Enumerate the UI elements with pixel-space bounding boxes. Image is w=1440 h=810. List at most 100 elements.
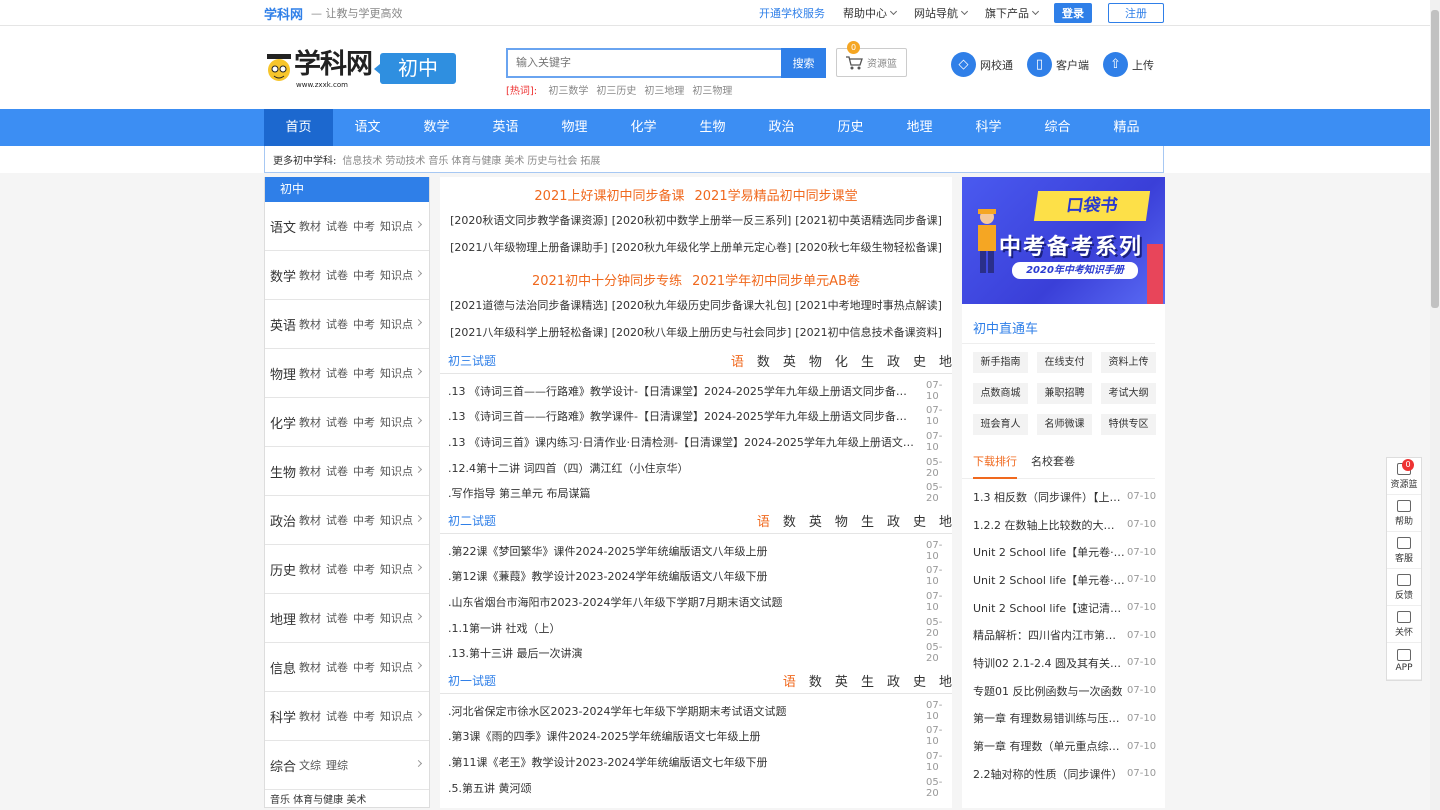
subject-name[interactable]: 语文 (270, 217, 296, 236)
more-subject-link[interactable]: 信息技术 (342, 152, 382, 167)
subject-link[interactable]: 教材 (299, 365, 321, 381)
nav-item-10[interactable]: 科学 (954, 109, 1023, 146)
subject-tab[interactable]: 地 (939, 671, 952, 690)
subject-link[interactable]: 知识点 (380, 218, 413, 234)
rank-item-title[interactable]: 第一章 有理数（单元重点综合测试） (973, 738, 1125, 754)
nav-item-3[interactable]: 英语 (471, 109, 540, 146)
direct-tag[interactable]: 兼职招聘 (1037, 383, 1092, 404)
subject-link[interactable]: 教材 (299, 218, 321, 234)
subject-link[interactable]: 试卷 (326, 218, 348, 234)
subject-tab[interactable]: 物 (809, 351, 822, 370)
sidebar-item-1[interactable]: 帮助 (1387, 495, 1421, 532)
rank-item[interactable]: Unit 2 School life【单元卷·测试卷】07-10 (973, 538, 1165, 566)
rank-item-title[interactable]: 精品解析：四川省内江市第一中学 (973, 627, 1125, 643)
subject-tab[interactable]: 史 (913, 671, 926, 690)
list-item-title[interactable]: .13.第十三讲 最后一次讲演 (448, 645, 926, 661)
list-item[interactable]: .第22课《梦回繁华》课件2024-2025学年统编版语文八年级上册 07-10 (448, 538, 952, 564)
header-link-0[interactable]: ◇ 网校通 (951, 52, 1013, 77)
nav-item-6[interactable]: 生物 (678, 109, 747, 146)
exam-section-title[interactable]: 初三试题 (448, 352, 496, 369)
more-subject-link[interactable]: 拓展 (580, 152, 600, 167)
list-item[interactable]: .1.1第一讲 社戏（上） 05-20 (448, 615, 952, 641)
subject-link[interactable]: 知识点 (380, 561, 413, 577)
exam-section-title[interactable]: 初二试题 (448, 512, 496, 529)
nav-item-11[interactable]: 综合 (1023, 109, 1092, 146)
subject-tab[interactable]: 英 (835, 671, 848, 690)
top-link-0[interactable]: 开通学校服务 (759, 5, 825, 21)
direct-tag[interactable]: 点数商城 (973, 383, 1028, 404)
search-input[interactable] (506, 48, 782, 78)
list-item[interactable]: .13 《诗词三首——行路难》教学设计-【日清课堂】2024-2025学年九年级… (448, 378, 952, 404)
list-item-title[interactable]: .13 《诗词三首》课内练习·日清作业·日清检测-【日清课堂】2024-2025… (448, 434, 926, 450)
subject-tab[interactable]: 生 (861, 511, 874, 530)
nav-item-9[interactable]: 地理 (885, 109, 954, 146)
rank-item[interactable]: 2.2轴对称的性质（同步课件） 07-10 (973, 760, 1165, 788)
nav-item-0[interactable]: 首页 (264, 109, 333, 146)
rank-item[interactable]: 专题01 反比例函数与一次函数 07-10 (973, 677, 1165, 705)
subject-link[interactable]: 试卷 (326, 414, 348, 430)
subject-tab[interactable]: 语 (783, 671, 796, 690)
list-item-title[interactable]: .第22课《梦回繁华》课件2024-2025学年统编版语文八年级上册 (448, 543, 926, 559)
subject-link[interactable]: 教材 (299, 512, 321, 528)
list-item-title[interactable]: .写作指导 第三单元 布局谋篇 (448, 485, 926, 501)
rank-item-title[interactable]: Unit 2 School life【单元卷·考点卷】 (973, 572, 1125, 588)
subject-tab[interactable]: 语 (757, 511, 770, 530)
subject-link[interactable]: 知识点 (380, 659, 413, 675)
promo-link[interactable]: 2021上好课初中同步备课 (534, 189, 684, 204)
subject-link[interactable]: 试卷 (326, 561, 348, 577)
rank-item-title[interactable]: 第一章 有理数易错训练与压轴题 (973, 710, 1125, 726)
list-item-title[interactable]: .5.第五讲 黄河颂 (448, 780, 926, 796)
subject-name[interactable]: 地理 (270, 609, 296, 628)
rank-item[interactable]: 1.2.2 在数轴上比较数的大小（同步课件）07-10 (973, 511, 1165, 539)
more-subject-link[interactable]: 体育与健康 (451, 152, 501, 167)
subject-link[interactable]: 教材 (299, 610, 321, 626)
subject-link[interactable]: 中考 (353, 659, 375, 675)
direct-tag[interactable]: 班会育人 (973, 414, 1028, 435)
subject-tab[interactable]: 政 (887, 351, 900, 370)
subject-tab[interactable]: 数 (809, 671, 822, 690)
list-item-title[interactable]: .第3课《雨的四季》课件2024-2025学年统编版语文七年级上册 (448, 728, 926, 744)
list-item-title[interactable]: .第12课《蒹葭》教学设计2023-2024学年统编版语文八年级下册 (448, 568, 926, 584)
promo-banner[interactable]: 口袋书 中考备考系列 2020年中考知识手册 (962, 177, 1165, 304)
direct-tag[interactable]: 名师微课 (1037, 414, 1092, 435)
subject-link[interactable]: 文综 (299, 757, 321, 773)
direct-tag[interactable]: 特供专区 (1101, 414, 1156, 435)
subject-link[interactable]: 中考 (353, 610, 375, 626)
promo-row-link[interactable]: [2021道德与法治同步备课精选] (450, 299, 608, 312)
subject-tab[interactable]: 化 (835, 351, 848, 370)
subject-link[interactable]: 试卷 (326, 316, 348, 332)
list-item[interactable]: .写作指导 第三单元 布局谋篇 05-20 (448, 480, 952, 506)
subject-name[interactable]: 综合 (270, 756, 296, 775)
subject-name[interactable]: 数学 (270, 266, 296, 285)
subject-tab[interactable]: 物 (835, 511, 848, 530)
more-subject-link[interactable]: 音乐 (428, 152, 448, 167)
promo-row-link[interactable]: [2021初中信息技术备课资料] (795, 326, 942, 339)
subject-tab[interactable]: 数 (783, 511, 796, 530)
subject-tab[interactable]: 史 (913, 511, 926, 530)
list-item[interactable]: .第11课《老王》教学设计2023-2024学年统编版语文七年级下册 07-10 (448, 749, 952, 775)
rank-item[interactable]: Unit 2 School life【速记清单】 07-10 (973, 594, 1165, 622)
subject-link[interactable]: 教材 (299, 316, 321, 332)
subject-link[interactable]: 知识点 (380, 414, 413, 430)
subject-link[interactable]: 知识点 (380, 463, 413, 479)
subject-link[interactable]: 试卷 (326, 659, 348, 675)
subject-link[interactable]: 中考 (353, 414, 375, 430)
subject-tab[interactable]: 英 (783, 351, 796, 370)
list-item-title[interactable]: .山东省烟台市海阳市2023-2024学年八年级下学期7月期末语文试题 (448, 594, 926, 610)
sidebar-item-4[interactable]: 关怀 (1387, 606, 1421, 643)
subject-link[interactable]: 知识点 (380, 512, 413, 528)
promo-row-link[interactable]: [2021八年级科学上册轻松备课] (450, 326, 608, 339)
subject-tab[interactable]: 语 (731, 351, 744, 370)
list-item-title[interactable]: .13 《诗词三首——行路难》教学设计-【日清课堂】2024-2025学年九年级… (448, 383, 926, 399)
rank-item[interactable]: 第一章 有理数（单元重点综合测试）07-10 (973, 732, 1165, 760)
promo-link[interactable]: 2021初中十分钟同步专练 (532, 274, 682, 289)
list-item-title[interactable]: .13 《诗词三首——行路难》教学课件-【日清课堂】2024-2025学年九年级… (448, 408, 926, 424)
direct-tag[interactable]: 考试大纲 (1101, 383, 1156, 404)
subject-link[interactable]: 中考 (353, 267, 375, 283)
promo-row-link[interactable]: [2020秋语文同步教学备课资源] (450, 214, 608, 227)
list-item-title[interactable]: .1.1第一讲 社戏（上） (448, 620, 926, 636)
list-item[interactable]: .5.第五讲 黄河颂 05-20 (448, 775, 952, 801)
sidebar-item-3[interactable]: 反馈 (1387, 569, 1421, 606)
promo-row-link[interactable]: [2021八年级物理上册备课助手] (450, 241, 608, 254)
subject-link[interactable]: 教材 (299, 708, 321, 724)
